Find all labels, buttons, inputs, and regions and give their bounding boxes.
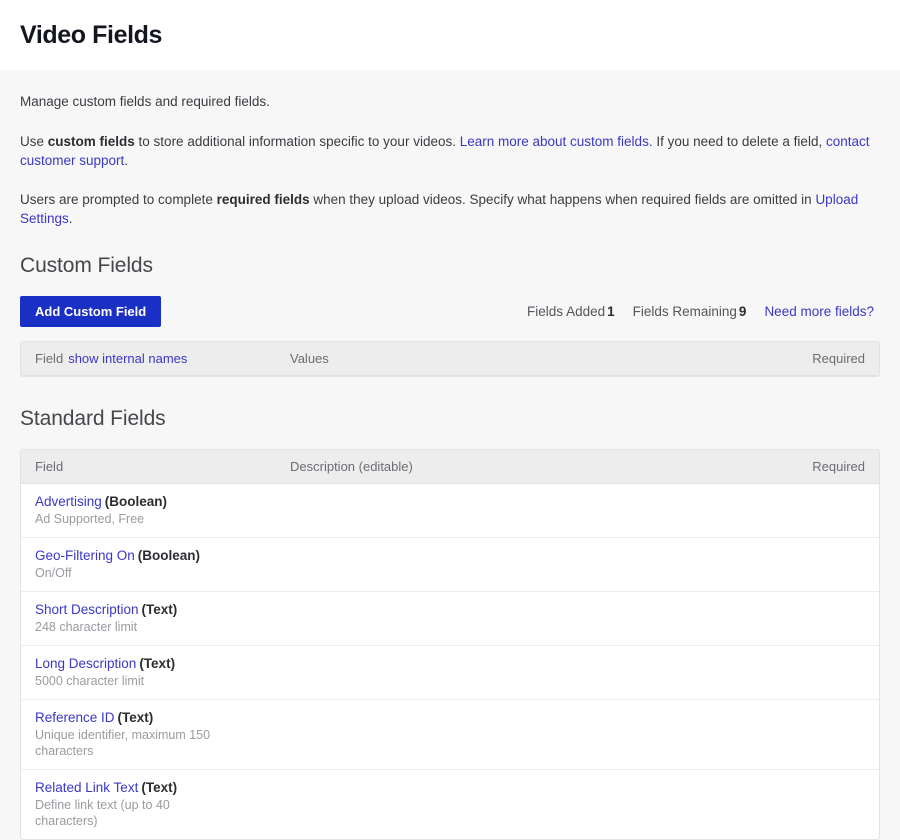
editable-description-cell[interactable] [290, 655, 785, 689]
intro-p3-seg3: . [69, 211, 73, 226]
table-row: Short Description(Text)248 character lim… [21, 592, 879, 646]
field-cell: Reference ID(Text)Unique identifier, max… [35, 709, 290, 759]
custom-col-field-label: Field [35, 351, 63, 366]
intro-line-1: Manage custom fields and required fields… [20, 92, 880, 111]
field-type-label: (Text) [142, 602, 178, 617]
fields-remaining-value: 9 [739, 304, 747, 319]
required-cell[interactable] [785, 493, 865, 527]
table-row: Advertising(Boolean)Ad Supported, Free [21, 484, 879, 538]
intro-p2-seg2: to store additional information specific… [135, 134, 460, 149]
custom-fields-table: Field show internal names Values Required [20, 341, 880, 377]
editable-description-cell[interactable] [290, 547, 785, 581]
field-name-link[interactable]: Long Description [35, 656, 136, 671]
standard-fields-rows: Advertising(Boolean)Ad Supported, FreeGe… [21, 484, 879, 839]
field-type-label: (Text) [139, 656, 175, 671]
editable-description-cell[interactable] [290, 709, 785, 759]
add-custom-field-button[interactable]: Add Custom Field [20, 296, 161, 327]
standard-col-field: Field [35, 459, 290, 474]
editable-description-cell[interactable] [290, 779, 785, 829]
standard-col-required: Required [785, 459, 865, 474]
field-name-link[interactable]: Advertising [35, 494, 102, 509]
learn-more-custom-fields-link[interactable]: Learn more about custom fields. [460, 134, 653, 149]
field-description: Unique identifier, maximum 150 character… [35, 727, 225, 759]
field-name-link[interactable]: Related Link Text [35, 780, 138, 795]
field-cell: Advertising(Boolean)Ad Supported, Free [35, 493, 290, 527]
field-cell: Related Link Text(Text)Define link text … [35, 779, 290, 829]
custom-col-values: Values [290, 351, 785, 366]
field-description: 248 character limit [35, 619, 225, 635]
custom-col-required: Required [785, 351, 865, 366]
intro-p2-seg3: If you need to delete a field, [653, 134, 826, 149]
custom-fields-heading: Custom Fields [20, 254, 880, 278]
intro-p3-bold-required-fields: required fields [217, 192, 310, 207]
intro-p3-seg2: when they upload videos. Specify what ha… [310, 192, 816, 207]
field-description: Ad Supported, Free [35, 511, 225, 527]
editable-description-cell[interactable] [290, 493, 785, 527]
field-description: Define link text (up to 40 characters) [35, 797, 225, 829]
intro-paragraph-custom-fields: Use custom fields to store additional in… [20, 132, 880, 170]
content-area: Manage custom fields and required fields… [0, 70, 900, 840]
field-type-label: (Boolean) [105, 494, 167, 509]
field-name: Long Description(Text) [35, 655, 278, 672]
table-row: Long Description(Text)5000 character lim… [21, 646, 879, 700]
field-name: Advertising(Boolean) [35, 493, 278, 510]
standard-fields-heading: Standard Fields [20, 407, 880, 431]
field-type-label: (Text) [141, 780, 177, 795]
standard-fields-table: Field Description (editable) Required Ad… [20, 449, 880, 840]
field-name-link[interactable]: Geo-Filtering On [35, 548, 135, 563]
field-name: Geo-Filtering On(Boolean) [35, 547, 278, 564]
standard-col-description: Description (editable) [290, 459, 785, 474]
required-cell[interactable] [785, 601, 865, 635]
editable-description-cell[interactable] [290, 601, 785, 635]
field-name: Related Link Text(Text) [35, 779, 278, 796]
field-cell: Short Description(Text)248 character lim… [35, 601, 290, 635]
fields-counters: Fields Added1 Fields Remaining9 Need mor… [527, 304, 874, 319]
required-cell[interactable] [785, 547, 865, 581]
custom-col-field: Field show internal names [35, 351, 290, 366]
field-name: Short Description(Text) [35, 601, 278, 618]
field-description: 5000 character limit [35, 673, 225, 689]
field-type-label: (Text) [118, 710, 154, 725]
field-name-link[interactable]: Short Description [35, 602, 139, 617]
field-name-link[interactable]: Reference ID [35, 710, 115, 725]
intro-p3-seg1: Users are prompted to complete [20, 192, 217, 207]
intro-p2-bold-custom-fields: custom fields [48, 134, 135, 149]
field-type-label: (Boolean) [138, 548, 200, 563]
page-title: Video Fields [20, 21, 162, 50]
standard-fields-table-header: Field Description (editable) Required [21, 450, 879, 484]
custom-fields-toolbar: Add Custom Field Fields Added1 Fields Re… [20, 296, 880, 327]
fields-added-label: Fields Added [527, 304, 605, 319]
field-cell: Geo-Filtering On(Boolean)On/Off [35, 547, 290, 581]
intro-paragraph-required-fields: Users are prompted to complete required … [20, 190, 880, 228]
fields-added-value: 1 [607, 304, 615, 319]
field-name: Reference ID(Text) [35, 709, 278, 726]
field-description: On/Off [35, 565, 225, 581]
intro-p2-seg4: . [124, 153, 128, 168]
fields-remaining-label: Fields Remaining [633, 304, 737, 319]
page-header: Video Fields [0, 0, 900, 70]
required-cell[interactable] [785, 709, 865, 759]
table-row: Reference ID(Text)Unique identifier, max… [21, 700, 879, 770]
table-row: Geo-Filtering On(Boolean)On/Off [21, 538, 879, 592]
show-internal-names-link[interactable]: show internal names [68, 351, 187, 366]
required-cell[interactable] [785, 779, 865, 829]
intro-text-block: Manage custom fields and required fields… [20, 92, 880, 228]
required-cell[interactable] [785, 655, 865, 689]
need-more-fields-link[interactable]: Need more fields? [764, 304, 874, 319]
fields-remaining-counter: Fields Remaining9 [633, 304, 747, 319]
fields-added-counter: Fields Added1 [527, 304, 615, 319]
field-cell: Long Description(Text)5000 character lim… [35, 655, 290, 689]
table-row: Related Link Text(Text)Define link text … [21, 770, 879, 839]
custom-fields-table-header: Field show internal names Values Required [21, 342, 879, 376]
intro-p2-seg1: Use [20, 134, 48, 149]
